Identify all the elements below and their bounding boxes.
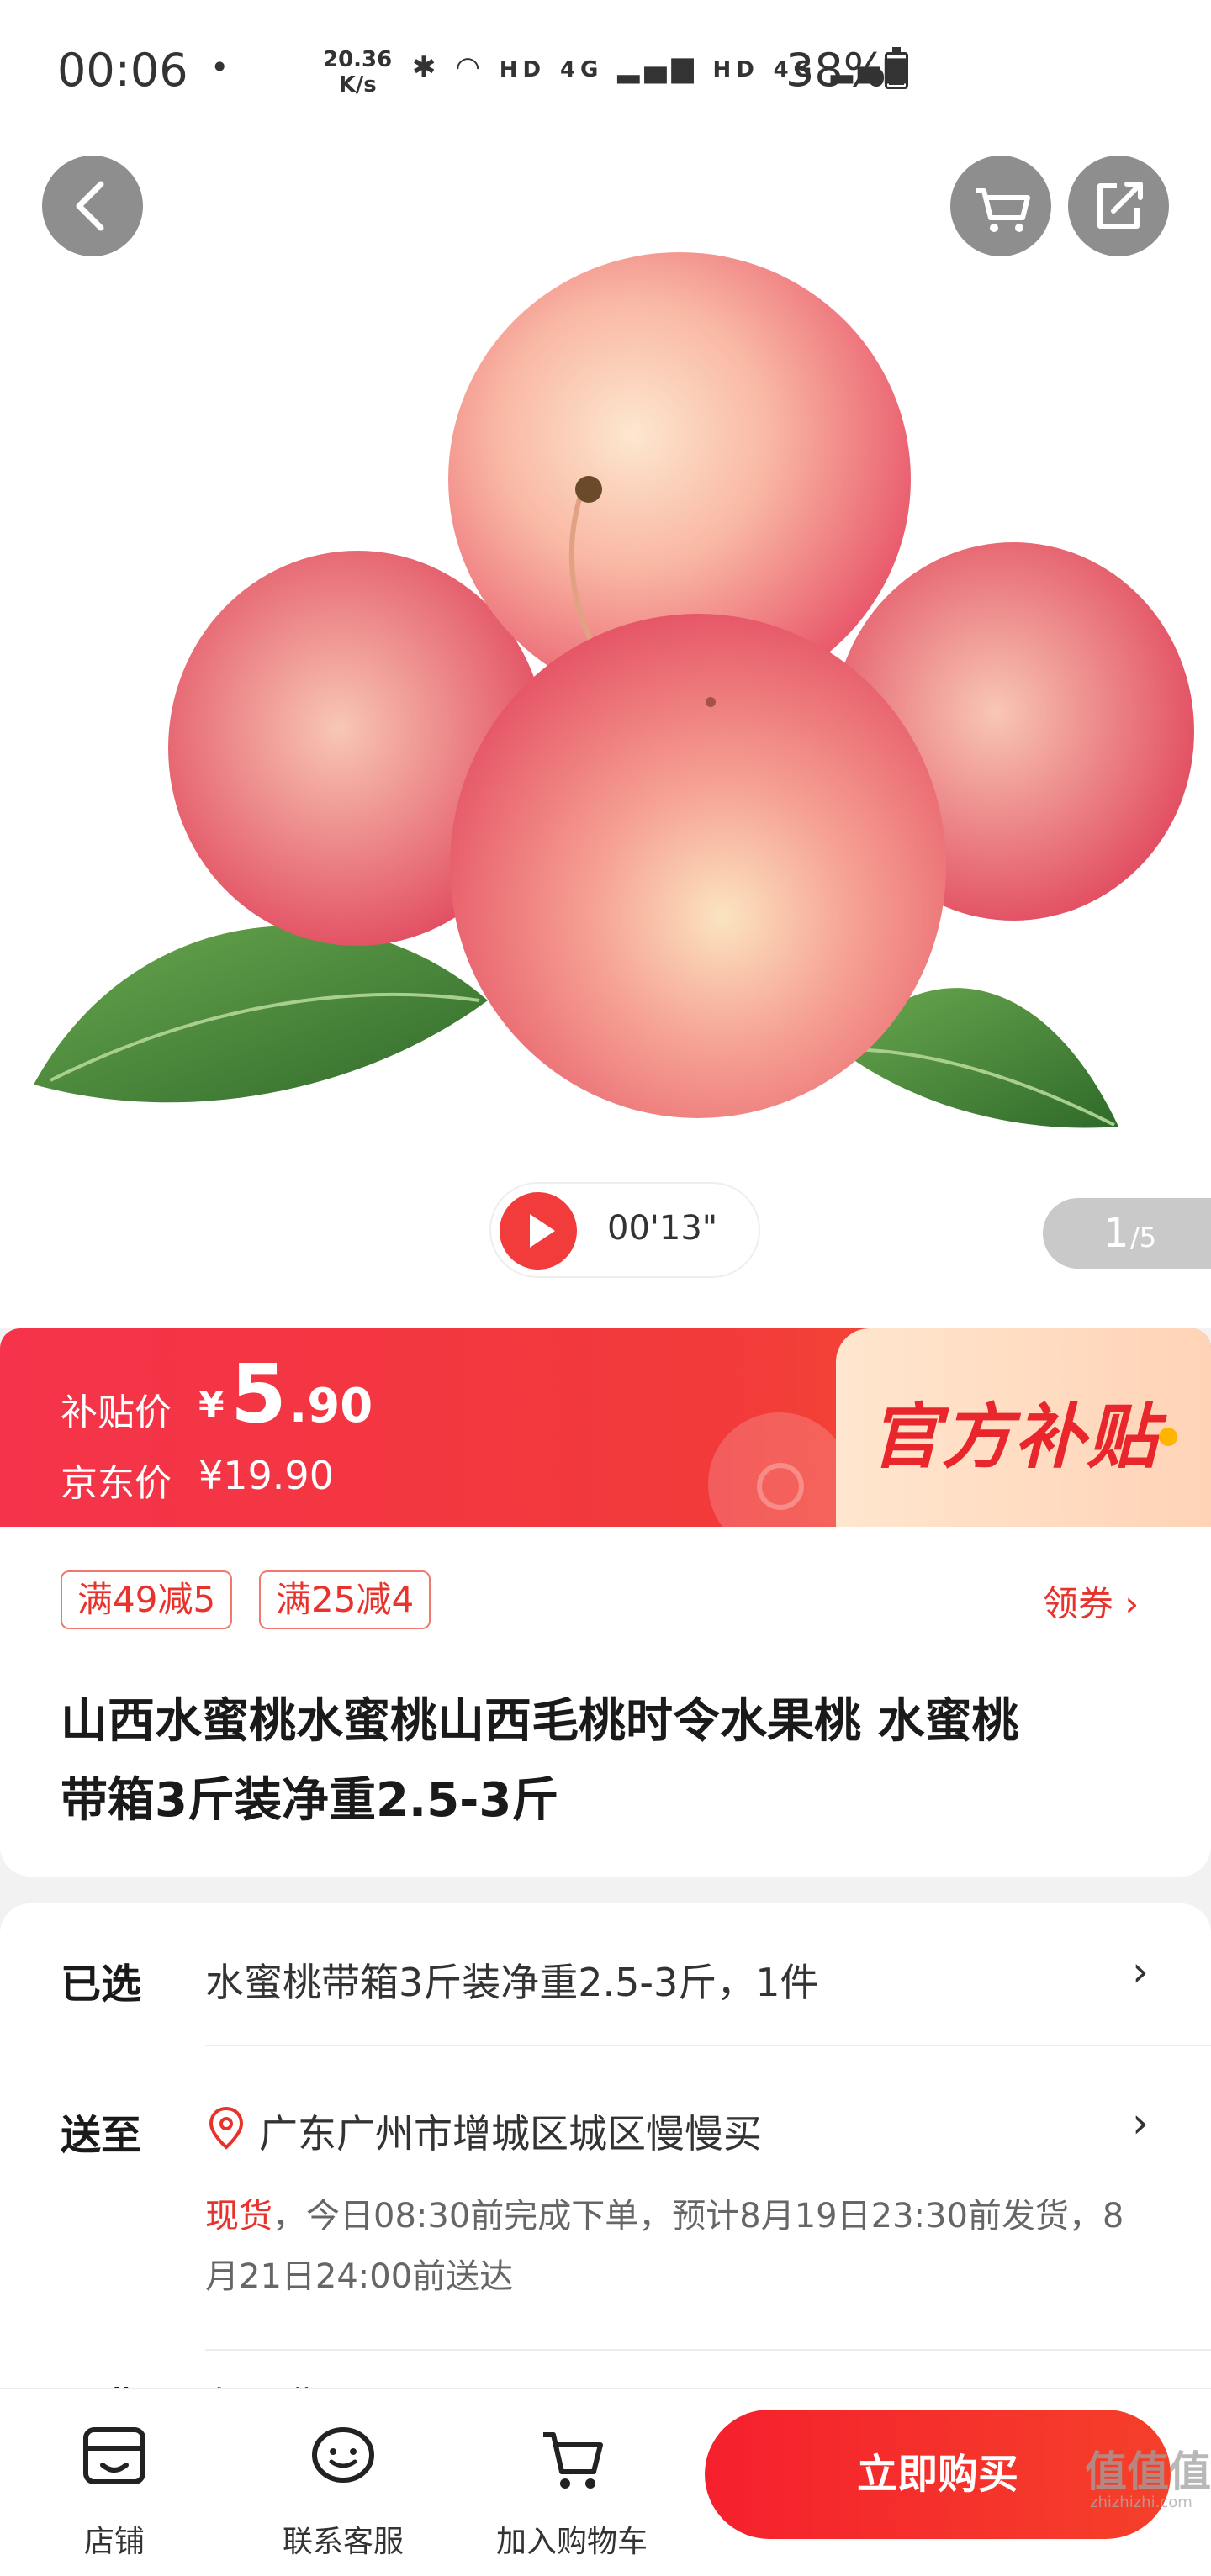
watermark-logo: 值值值 (1085, 2447, 1211, 2496)
store-button[interactable]: 店铺 (30, 2408, 198, 2559)
selected-label: 已选 (61, 1961, 142, 2008)
store-icon (83, 2427, 145, 2484)
get-coupon-link[interactable]: 领券 › (1043, 1576, 1139, 1627)
cart-icon (543, 2432, 603, 2489)
official-subsidy-text: 官方补贴 (870, 1396, 1160, 1478)
back-button[interactable] (42, 156, 143, 256)
battery-icon (885, 47, 908, 89)
price-currency: ¥ (198, 1384, 225, 1427)
divider (205, 2349, 1211, 2351)
price-decimal: .90 (289, 1379, 373, 1433)
hd-label-1: HD (499, 57, 547, 82)
delivery-address: 广东广州市增城区城区慢慢买 (259, 2111, 762, 2156)
net-speed-value: 20.36 (323, 47, 393, 72)
watermark-url: zhizhizhi.com (1090, 2494, 1192, 2511)
net-speed-unit: K/s (338, 72, 377, 98)
badge-dot (1159, 1428, 1177, 1446)
page-total: /5 (1130, 1222, 1157, 1254)
product-gallery[interactable]: 00'13" 1 /5 (0, 0, 1211, 1328)
location-pin-icon (209, 2106, 244, 2150)
video-duration: 00'13" (607, 1209, 718, 1248)
customer-service-label: 联系客服 (282, 2525, 404, 2559)
bluetooth-icon: ✱ (412, 50, 442, 84)
coupon-tag-2[interactable]: 满25减4 (259, 1570, 431, 1629)
coupon-tag-1[interactable]: 满49减5 (61, 1570, 233, 1629)
signal-icon-1: ▂▄▆ (617, 50, 699, 84)
chevron-right-icon: › (1132, 1947, 1149, 1996)
share-icon (1097, 182, 1143, 229)
image-page-indicator: 1 /5 (1043, 1198, 1211, 1269)
jd-price: ¥19.90 (198, 1453, 334, 1498)
subsidy-price-label: 补贴价 (61, 1391, 172, 1434)
official-subsidy-badge: 官方补贴 (836, 1328, 1211, 1527)
jd-price-label: 京东价 (61, 1462, 172, 1505)
battery-percent: 38% (785, 44, 887, 97)
cart-shortcut-button[interactable] (950, 156, 1051, 256)
net-label-1: 4G (559, 57, 604, 82)
customer-service-button[interactable]: 联系客服 (259, 2408, 427, 2559)
delivery-estimate: 现货，今日08:30前完成下单，预计8月19日23:30前发货，8月21日24:… (205, 2186, 1155, 2307)
stock-status: 现货 (205, 2197, 272, 2236)
product-image (34, 252, 1194, 1128)
notification-dot: • (210, 49, 230, 86)
add-to-cart-label: 加入购物车 (495, 2525, 648, 2559)
price-integer: 5 (230, 1347, 287, 1441)
page-current: 1 (1103, 1210, 1129, 1257)
hd-label-2: HD (712, 57, 759, 82)
chevron-left-icon (76, 181, 104, 231)
coin-icon (757, 1463, 804, 1510)
play-icon (500, 1192, 577, 1270)
share-button[interactable] (1068, 156, 1169, 256)
delivery-note: ，今日08:30前完成下单，预计8月19日23:30前发货，8月21日24:00… (205, 2197, 1124, 2296)
chevron-right-icon: › (1132, 2098, 1149, 2147)
wifi-icon: ◠ (455, 50, 485, 84)
chat-icon (312, 2427, 374, 2483)
cart-icon (976, 188, 1030, 232)
price-banner: 补贴价 ¥ 5 .90 京东价 ¥19.90 官方补贴 (0, 1328, 1211, 1527)
store-label: 店铺 (83, 2525, 145, 2559)
status-bar: 00:06 • 20.36 K/s ✱ ◠ HD 4G ▂▄▆ HD 4G ▂▄… (0, 0, 1211, 143)
selected-value: 水蜜桃带箱3斤装净重2.5-3斤，1件 (205, 1960, 819, 2005)
delivery-label: 送至 (61, 2112, 142, 2159)
product-info-card: 满49减5 满25减4 领券 › 山西水蜜桃水蜜桃山西毛桃时令水果桃 水蜜桃 带… (0, 1527, 1211, 1877)
video-play-button[interactable]: 00'13" (489, 1182, 760, 1278)
status-time: 00:06 (57, 44, 188, 97)
network-speed: 20.36 K/s (323, 47, 392, 98)
product-title-line2: 带箱3斤装净重2.5-3斤 (61, 1773, 559, 1828)
product-title-line1: 山西水蜜桃水蜜桃山西毛桃时令水果桃 水蜜桃 (61, 1694, 1019, 1749)
divider (205, 2045, 1211, 2046)
add-to-cart-button[interactable]: 加入购物车 (488, 2408, 656, 2559)
bottom-action-bar: 店铺 联系客服 加入购物车 立即购买 (0, 2388, 1211, 2559)
